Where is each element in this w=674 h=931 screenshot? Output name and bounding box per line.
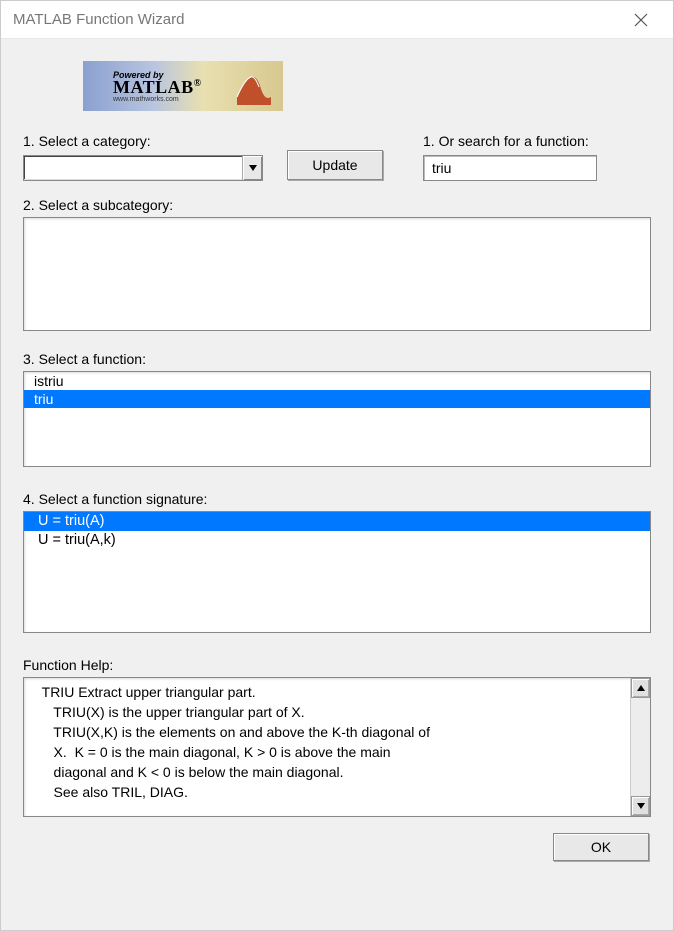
- subcategory-label: 2. Select a subcategory:: [23, 197, 651, 213]
- category-dropdown-button[interactable]: [242, 156, 262, 180]
- app-window: MATLAB Function Wizard Powered by MATLAB…: [0, 0, 674, 931]
- close-button[interactable]: [621, 1, 661, 38]
- list-item[interactable]: triu: [24, 390, 650, 408]
- update-column: Update: [287, 150, 383, 181]
- scroll-track[interactable]: [631, 698, 650, 796]
- scroll-down-button[interactable]: [631, 796, 650, 816]
- help-label: Function Help:: [23, 657, 651, 673]
- help-line: diagonal and K < 0 is below the main dia…: [38, 762, 616, 782]
- chevron-down-icon: [249, 165, 257, 171]
- top-row: 1. Select a category: Update 1. Or searc…: [23, 133, 651, 181]
- matlab-logo: Powered by MATLAB® www.mathworks.com: [83, 61, 283, 111]
- search-label: 1. Or search for a function:: [423, 133, 597, 149]
- list-item[interactable]: istriu: [24, 372, 650, 390]
- subcategory-listbox[interactable]: [23, 217, 651, 331]
- logo-row: Powered by MATLAB® www.mathworks.com: [23, 61, 651, 111]
- signature-label: 4. Select a function signature:: [23, 491, 651, 507]
- list-item[interactable]: U = triu(A,k): [24, 531, 650, 550]
- update-button[interactable]: Update: [287, 150, 383, 180]
- search-column: 1. Or search for a function:: [423, 133, 597, 181]
- list-item[interactable]: U = triu(A): [24, 512, 650, 531]
- function-label: 3. Select a function:: [23, 351, 651, 367]
- footer: OK: [23, 833, 651, 861]
- signature-listbox[interactable]: U = triu(A)U = triu(A,k): [23, 511, 651, 633]
- window-title: MATLAB Function Wizard: [13, 11, 184, 28]
- help-line: See also TRIL, DIAG.: [38, 782, 616, 802]
- scroll-up-button[interactable]: [631, 678, 650, 698]
- function-listbox[interactable]: istriutriu: [23, 371, 651, 467]
- category-column: 1. Select a category:: [23, 133, 263, 181]
- help-panel: TRIU Extract upper triangular part. TRIU…: [23, 677, 651, 817]
- help-scrollbar[interactable]: [630, 678, 650, 816]
- ok-button[interactable]: OK: [553, 833, 649, 861]
- category-select[interactable]: [23, 155, 263, 181]
- category-label: 1. Select a category:: [23, 133, 263, 149]
- matlab-wave-icon: [233, 67, 275, 105]
- search-input[interactable]: [423, 155, 597, 181]
- help-line: TRIU(X,K) is the elements on and above t…: [38, 722, 616, 742]
- content-pane: Powered by MATLAB® www.mathworks.com 1. …: [1, 39, 673, 930]
- close-icon: [634, 13, 648, 27]
- help-line: TRIU Extract upper triangular part.: [38, 682, 616, 702]
- titlebar: MATLAB Function Wizard: [1, 1, 673, 39]
- help-line: X. K = 0 is the main diagonal, K > 0 is …: [38, 742, 616, 762]
- triangle-up-icon: [637, 685, 645, 691]
- triangle-down-icon: [637, 803, 645, 809]
- help-line: TRIU(X) is the upper triangular part of …: [38, 702, 616, 722]
- help-text-area[interactable]: TRIU Extract upper triangular part. TRIU…: [24, 678, 630, 816]
